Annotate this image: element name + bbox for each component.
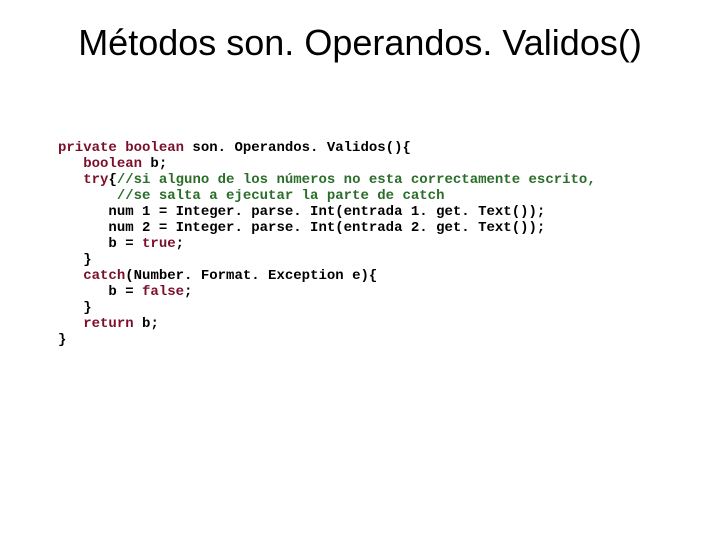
kw-try: try [83, 172, 108, 188]
comment: //se salta a ejecutar la parte de catch [117, 188, 445, 204]
kw-true: true [142, 236, 176, 252]
code-text: son. Operandos. Validos(){ [184, 140, 411, 156]
code-text: (Number. Format. Exception e){ [125, 268, 377, 284]
comment: //si alguno de los números no esta corre… [117, 172, 596, 188]
code-text: } [83, 300, 91, 316]
kw-boolean: boolean [83, 156, 142, 172]
code-text: b; [134, 316, 159, 332]
kw-boolean: boolean [125, 140, 184, 156]
code-text: num 1 = Integer. parse. Int(entrada 1. g… [108, 204, 545, 220]
code-text: b = [108, 236, 142, 252]
kw-false: false [142, 284, 184, 300]
code-text: } [58, 332, 66, 348]
code-text: b; [142, 156, 167, 172]
code-text: ; [184, 284, 192, 300]
code-block: private boolean son. Operandos. Validos(… [58, 140, 700, 348]
code-text: { [108, 172, 116, 188]
kw-private: private [58, 140, 117, 156]
code-text: num 2 = Integer. parse. Int(entrada 2. g… [108, 220, 545, 236]
code-text: ; [176, 236, 184, 252]
kw-return: return [83, 316, 133, 332]
slide-title: Métodos son. Operandos. Validos() [0, 22, 720, 64]
code-text: } [83, 252, 91, 268]
code-text: b = [108, 284, 142, 300]
slide: Métodos son. Operandos. Validos() privat… [0, 0, 720, 540]
kw-catch: catch [83, 268, 125, 284]
